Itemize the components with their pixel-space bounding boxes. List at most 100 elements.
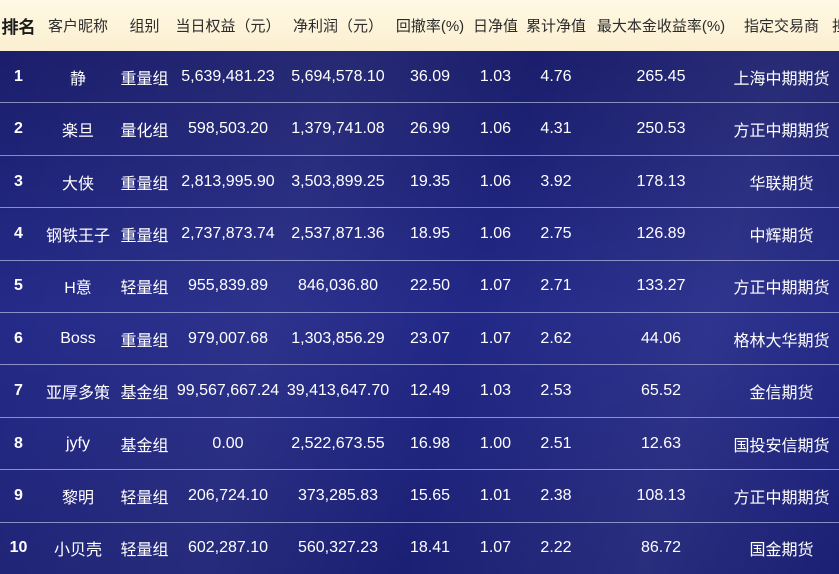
drawdown-cell: 36.09	[409, 67, 451, 85]
drawdown-cell: 19.35	[409, 172, 451, 190]
equity-cell: 2,737,873.74	[181, 224, 275, 242]
cumulative-nav-cell: 4.76	[540, 67, 572, 85]
table-row: 8 jyfy 基金组 0.00 2,522,673.55 16.98 1.00 2.51 12.…	[0, 416, 839, 469]
header-cumulative-nav: 累计净值	[525, 18, 586, 35]
rank-cell: 6	[14, 329, 23, 347]
equity-cell: 2,813,995.90	[181, 172, 275, 190]
broker-cell: 国投安信期货	[733, 437, 830, 455]
broker-cell: 中辉期货	[749, 227, 814, 245]
truncated-cell	[832, 365, 839, 416]
group-cell: 重量组	[120, 175, 169, 193]
table-row: 9 黎明 轻量组 206,724.10 373,285.83 15.65 1.01 2.38 1…	[0, 469, 839, 521]
truncated-cell	[832, 523, 839, 574]
net-profit-cell: 2,537,871.36	[291, 224, 385, 242]
max-return-cell: 133.27	[636, 277, 686, 295]
max-return-cell: 65.52	[640, 382, 682, 400]
equity-cell: 99,567,667.24	[176, 382, 280, 400]
net-profit-cell: 1,303,856.29	[291, 329, 385, 347]
truncated-cell	[832, 261, 839, 312]
net-profit-cell: 2,522,673.55	[291, 434, 385, 452]
group-cell: 轻量组	[120, 280, 169, 298]
header-equity: 当日权益（元）	[175, 18, 281, 35]
equity-cell: 979,007.68	[187, 329, 269, 347]
truncated-cell	[832, 470, 839, 521]
drawdown-cell: 15.65	[409, 486, 451, 504]
net-profit-cell: 373,285.83	[297, 486, 379, 504]
table-row: 2 楽旦 量化组 598,503.20 1,379,741.08 26.99 1.06 4.3…	[0, 102, 839, 154]
group-cell: 重量组	[120, 332, 169, 350]
truncated-cell	[832, 156, 839, 207]
nickname-cell: 亚厚多策	[45, 385, 110, 403]
net-profit-cell: 3,503,899.25	[291, 172, 385, 190]
nickname-cell: 钢铁王子	[45, 227, 110, 245]
table-row: 6 Boss 重量组 979,007.68 1,303,856.29 23.07 1.07 2…	[0, 312, 839, 364]
max-return-cell: 108.13	[636, 486, 686, 504]
max-return-cell: 250.53	[636, 120, 686, 138]
rank-cell: 2	[14, 120, 23, 138]
nickname-cell: 小贝壳	[53, 542, 102, 560]
nickname-cell: H意	[64, 280, 92, 298]
daily-nav-cell: 1.06	[479, 224, 512, 242]
table-row: 1 静 重量组 5,639,481.23 5,694,578.10 36.09 1.03 4.…	[0, 51, 839, 102]
equity-cell: 5,639,481.23	[181, 67, 275, 85]
net-profit-cell: 39,413,647.70	[286, 382, 390, 400]
header-nickname: 客户昵称	[47, 18, 108, 35]
table-header: 排名 客户昵称 组别 当日权益（元） 净利润（元） 回撤率(%) 日净值 累计净…	[0, 0, 839, 51]
rank-cell: 3	[14, 172, 23, 190]
daily-nav-cell: 1.06	[479, 120, 512, 138]
header-broker: 指定交易商	[743, 18, 819, 35]
header-rank: 排名	[1, 18, 36, 37]
max-return-cell: 126.89	[636, 224, 686, 242]
group-cell: 量化组	[120, 123, 169, 141]
equity-cell: 206,724.10	[187, 486, 269, 504]
max-return-cell: 265.45	[636, 67, 686, 85]
header-max-return: 最大本金收益率(%)	[596, 18, 726, 35]
nickname-cell: 楽旦	[61, 123, 94, 141]
rank-cell: 4	[14, 224, 23, 242]
net-profit-cell: 1,379,741.08	[291, 120, 385, 138]
max-return-cell: 44.06	[640, 329, 682, 347]
equity-cell: 602,287.10	[187, 539, 269, 557]
daily-nav-cell: 1.07	[479, 329, 512, 347]
broker-cell: 上海中期期货	[733, 70, 830, 88]
truncated-cell	[832, 313, 839, 364]
group-cell: 基金组	[120, 437, 169, 455]
broker-cell: 方正中期期货	[733, 489, 830, 507]
group-cell: 轻量组	[120, 489, 169, 507]
table-body: 1 静重量组 5,639,481.23 5,694,578.10 36.09 1.03 4.…	[0, 51, 839, 574]
table-row: 10 小贝壳 轻量组 602,287.10 560,327.23 18.41 1.07 2.2…	[0, 521, 839, 574]
truncated-cell	[832, 51, 839, 102]
net-profit-cell: 846,036.80	[297, 277, 379, 295]
daily-nav-cell: 1.03	[479, 67, 512, 85]
rank-cell: 9	[14, 486, 23, 504]
cumulative-nav-cell: 2.62	[540, 329, 572, 347]
cumulative-nav-cell: 2.53	[540, 382, 572, 400]
broker-cell: 华联期货	[749, 175, 814, 193]
daily-nav-cell: 1.07	[479, 277, 512, 295]
equity-cell: 955,839.89	[187, 277, 269, 295]
cumulative-nav-cell: 2.51	[540, 434, 572, 452]
drawdown-cell: 18.41	[409, 539, 451, 557]
group-cell: 重量组	[120, 227, 169, 245]
group-cell: 轻量组	[120, 542, 169, 560]
broker-cell: 方正中期期货	[733, 123, 830, 141]
cumulative-nav-cell: 3.92	[540, 172, 572, 190]
equity-cell: 0.00	[212, 434, 244, 452]
cumulative-nav-cell: 2.75	[540, 224, 572, 242]
max-return-cell: 86.72	[640, 539, 682, 557]
nickname-cell: 大侠	[61, 175, 94, 193]
truncated-cell	[832, 208, 839, 259]
header-group: 组别	[129, 18, 160, 35]
net-profit-cell: 5,694,578.10	[291, 67, 385, 85]
header-drawdown: 回撤率(%)	[395, 18, 465, 35]
daily-nav-cell: 1.01	[479, 486, 512, 504]
table-row: 5 H意 轻量组 955,839.89 846,036.80 22.50 1.07 2.71 1…	[0, 259, 839, 312]
header-truncated: 担	[832, 0, 839, 51]
net-profit-cell: 560,327.23	[297, 539, 379, 557]
truncated-cell	[832, 418, 839, 469]
nickname-cell: 黎明	[61, 489, 94, 507]
broker-cell: 格林大华期货	[733, 332, 830, 350]
table-row: 4 钢铁王子 重量组 2,737,873.74 2,537,871.36 18.95 1.0…	[0, 207, 839, 259]
drawdown-cell: 23.07	[409, 329, 451, 347]
group-cell: 基金组	[120, 385, 169, 403]
